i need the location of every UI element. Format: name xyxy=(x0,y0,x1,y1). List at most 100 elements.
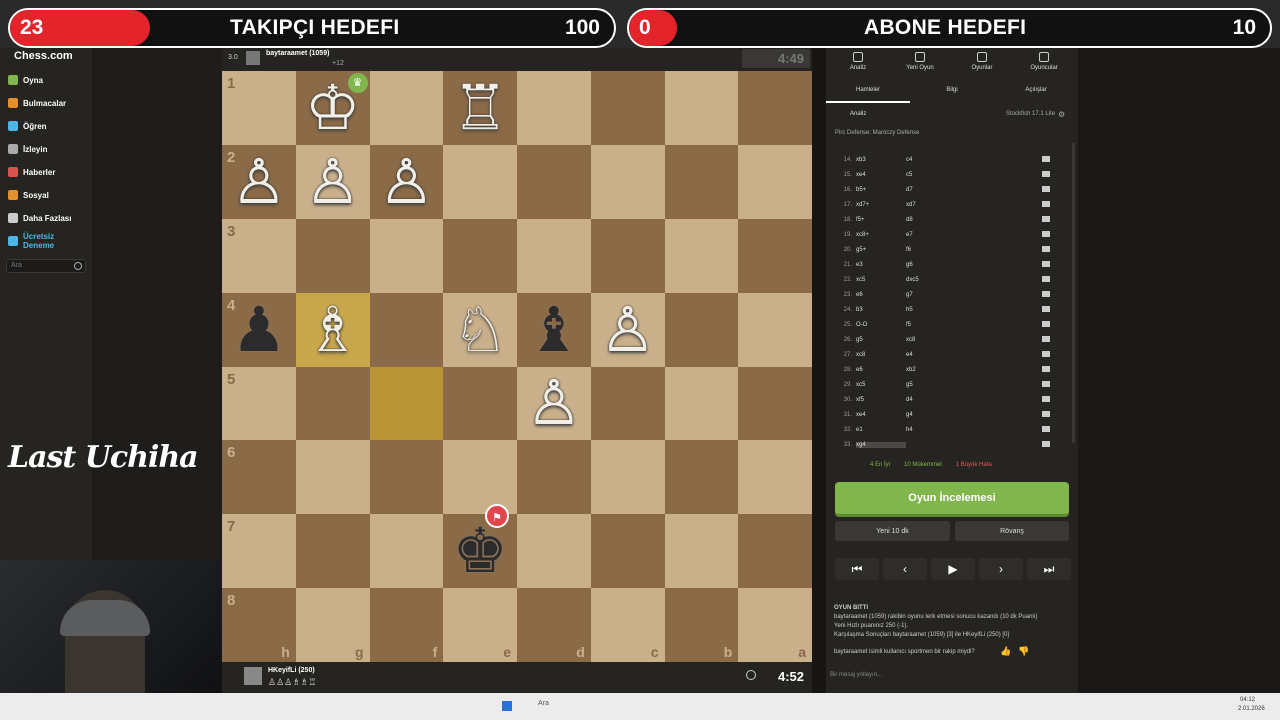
board-square[interactable]: ♙ xyxy=(295,144,370,219)
board-square[interactable] xyxy=(369,218,444,293)
board-square[interactable] xyxy=(517,71,591,145)
game-review-button[interactable]: Oyun İncelemesi xyxy=(835,482,1069,514)
board-square[interactable] xyxy=(369,440,444,515)
subtab-0[interactable]: Hamleler xyxy=(826,87,910,93)
new-game-button[interactable]: Yeni 10 dk xyxy=(835,521,950,541)
bottom-player-name[interactable]: HKeyifLi (250) xyxy=(268,667,315,674)
board-square[interactable] xyxy=(590,218,665,293)
black-move[interactable]: e4 xyxy=(906,352,966,358)
next-move-button[interactable]: › xyxy=(979,558,1023,580)
board-square[interactable]: 1 xyxy=(222,71,296,145)
white-move[interactable]: xc8+ xyxy=(856,232,906,238)
search-icon[interactable] xyxy=(74,262,82,270)
board-square[interactable]: ♖ xyxy=(443,71,517,145)
white-move[interactable]: e3 xyxy=(856,262,906,268)
board-square[interactable] xyxy=(443,218,517,293)
board-square[interactable]: 8h xyxy=(222,588,296,662)
chess-piece[interactable]: ♙ xyxy=(379,150,435,213)
black-move[interactable]: g7 xyxy=(906,292,966,298)
black-move[interactable]: dxc5 xyxy=(906,277,966,283)
sidebar-item-6[interactable]: Daha Fazlası xyxy=(8,210,71,226)
black-move[interactable]: c5 xyxy=(906,172,966,178)
board-square[interactable] xyxy=(369,292,444,367)
panel-tab-3[interactable]: Oyuncular xyxy=(1018,52,1070,71)
board-square[interactable] xyxy=(295,218,370,293)
board-square[interactable] xyxy=(738,218,812,293)
panel-tab-2[interactable]: Oyunlar xyxy=(956,52,1008,71)
board-square[interactable] xyxy=(590,144,665,219)
white-move[interactable]: b5+ xyxy=(856,187,906,193)
black-move[interactable]: d8 xyxy=(906,217,966,223)
subtab-1[interactable]: Bilgi xyxy=(910,87,994,93)
chess-piece[interactable]: ♙ xyxy=(600,298,656,361)
board-square[interactable] xyxy=(664,366,739,441)
gear-icon[interactable]: ⚙ xyxy=(1058,110,1065,119)
board-square[interactable]: e xyxy=(443,588,517,662)
black-move[interactable]: f5 xyxy=(906,322,966,328)
play-button[interactable]: ▶ xyxy=(931,558,975,580)
board-square[interactable] xyxy=(590,514,665,589)
black-move[interactable]: e7 xyxy=(906,232,966,238)
chesscom-logo[interactable]: Chess.com xyxy=(14,50,73,62)
white-move[interactable]: xd7+ xyxy=(856,202,906,208)
board-square[interactable]: ♔ ♛ xyxy=(295,71,370,145)
move-list-scrollbar[interactable] xyxy=(1072,143,1075,443)
board-square[interactable] xyxy=(443,144,517,219)
chess-piece[interactable]: ♗ xyxy=(305,298,361,361)
rematch-button[interactable]: Rövanş xyxy=(955,521,1069,541)
sidebar-item-7[interactable]: Ücretsiz Deneme xyxy=(8,232,63,250)
board-square[interactable] xyxy=(738,366,812,441)
board-square[interactable] xyxy=(738,440,812,515)
board-square[interactable] xyxy=(664,71,739,145)
sidebar-item-0[interactable]: Oyna xyxy=(8,72,43,88)
board-square[interactable] xyxy=(295,440,370,515)
black-move[interactable]: xc8 xyxy=(906,337,966,343)
board-square[interactable]: g xyxy=(295,588,370,662)
board-square[interactable] xyxy=(590,71,665,145)
white-move[interactable]: b3 xyxy=(856,307,906,313)
board-square[interactable] xyxy=(369,71,444,145)
board-square[interactable] xyxy=(295,514,370,589)
board-square[interactable] xyxy=(443,440,517,515)
black-move[interactable]: g6 xyxy=(906,262,966,268)
board-square[interactable] xyxy=(590,440,665,515)
board-square[interactable] xyxy=(738,71,812,145)
chess-piece[interactable]: ♟ xyxy=(231,298,287,361)
board-square[interactable] xyxy=(664,144,739,219)
board-square[interactable] xyxy=(369,514,444,589)
white-move[interactable]: e1 xyxy=(856,427,906,433)
chess-piece[interactable]: ♖ xyxy=(452,76,508,139)
white-move[interactable]: xc8 xyxy=(856,352,906,358)
board-square[interactable] xyxy=(590,366,665,441)
board-square[interactable]: f xyxy=(369,588,444,662)
white-move[interactable]: g5 xyxy=(856,337,906,343)
last-move-button[interactable]: ⏭ xyxy=(1027,558,1071,580)
black-move[interactable]: c4 xyxy=(906,157,966,163)
black-move[interactable]: xb2 xyxy=(906,367,966,373)
sidebar-item-3[interactable]: İzleyin xyxy=(8,141,47,157)
sidebar-item-1[interactable]: Bulmacalar xyxy=(8,95,66,111)
white-move[interactable]: f5+ xyxy=(856,217,906,223)
board-square[interactable]: d xyxy=(517,588,591,662)
start-icon[interactable] xyxy=(502,701,512,711)
analysis-toggle[interactable]: Analiz xyxy=(850,111,866,117)
board-square[interactable]: ♚ ⚑ xyxy=(443,504,517,589)
chat-input[interactable]: Bir mesaj yollayın... xyxy=(830,672,882,678)
board-square[interactable] xyxy=(443,366,517,441)
black-move[interactable]: h4 xyxy=(906,427,966,433)
thumbs-down-icon[interactable]: 👎 xyxy=(1018,646,1029,657)
board-square[interactable]: ♙ xyxy=(517,366,591,441)
board-square[interactable] xyxy=(664,292,739,367)
sidebar-item-4[interactable]: Haberler xyxy=(8,164,55,180)
black-move[interactable]: f6 xyxy=(906,247,966,253)
board-square[interactable] xyxy=(738,292,812,367)
white-move[interactable]: g5+ xyxy=(856,247,906,253)
panel-tab-0[interactable]: Analiz xyxy=(832,52,884,71)
board-square[interactable] xyxy=(664,514,739,589)
board-square[interactable]: 7 xyxy=(222,514,296,589)
board-square[interactable]: 5 xyxy=(222,366,296,441)
chess-piece[interactable]: ♝ xyxy=(526,298,582,361)
chess-piece[interactable]: ♙ xyxy=(526,372,582,434)
white-move[interactable]: e6 xyxy=(856,367,906,373)
board-square[interactable]: 3 xyxy=(222,218,296,293)
